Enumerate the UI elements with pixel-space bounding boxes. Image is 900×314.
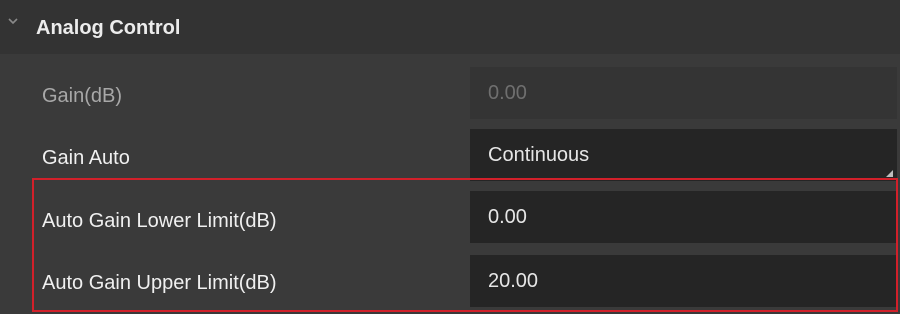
- property-label-auto-gain-upper-limit: Auto Gain Upper Limit(dB): [42, 272, 277, 294]
- chevron-down-icon[interactable]: [6, 14, 20, 28]
- gain-auto-select[interactable]: Continuous: [470, 129, 897, 181]
- gain-value-field: 0.00: [470, 67, 897, 119]
- property-panel: Analog Control Gain(dB) 0.00 Gain Auto C…: [0, 0, 900, 314]
- property-row-auto-gain-lower-limit: Auto Gain Lower Limit(dB) 0.00: [0, 189, 900, 252]
- auto-gain-upper-limit-input[interactable]: 20.00: [470, 255, 897, 307]
- section-header-analog-control[interactable]: Analog Control: [0, 0, 900, 54]
- property-row-auto-gain-upper-limit: Auto Gain Upper Limit(dB) 20.00: [0, 251, 900, 314]
- property-row-gain-auto: Gain Auto Continuous: [0, 126, 900, 189]
- property-label-gain-auto: Gain Auto: [42, 147, 130, 169]
- dropdown-corner-icon: [886, 170, 893, 177]
- property-row-gain: Gain(dB) 0.00: [0, 65, 900, 128]
- gain-auto-selected-value: Continuous: [488, 144, 590, 166]
- section-title: Analog Control: [36, 17, 181, 39]
- property-label-auto-gain-lower-limit: Auto Gain Lower Limit(dB): [42, 210, 277, 232]
- property-label-gain: Gain(dB): [42, 85, 123, 107]
- auto-gain-lower-limit-input[interactable]: 0.00: [470, 191, 897, 243]
